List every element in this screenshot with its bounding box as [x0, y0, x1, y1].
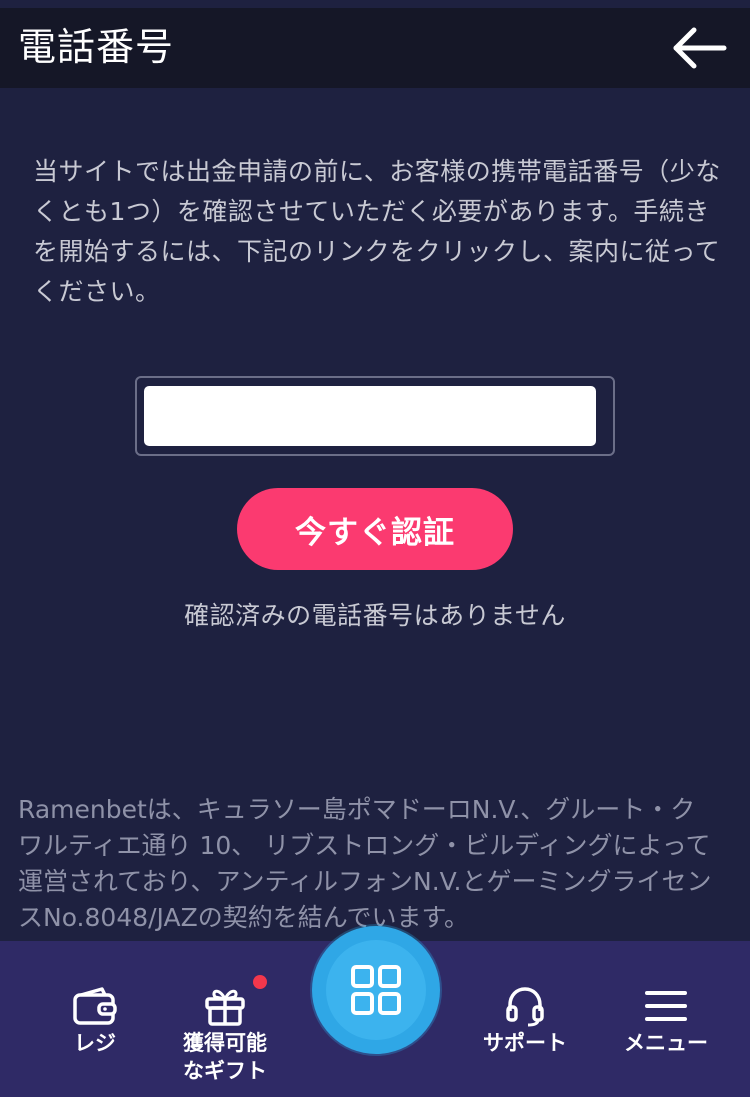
headset-icon: [506, 987, 544, 1027]
grid-icon: [351, 965, 401, 1015]
wallet-icon: [73, 987, 117, 1025]
nav-label-cashier: レジ: [74, 1031, 116, 1055]
phone-number-input[interactable]: [144, 386, 596, 446]
app-header: 電話番号: [0, 8, 750, 88]
phone-verification-screen: 電話番号 当サイトでは出金申請の前に、お客様の携帯電話番号（少なくとも1つ）を確…: [0, 0, 750, 1097]
verify-now-button[interactable]: 今すぐ認証: [237, 488, 513, 570]
center-games-button[interactable]: [312, 926, 440, 1054]
nav-item-gifts[interactable]: 獲得可能 なギフト: [165, 941, 285, 1097]
nav-item-support[interactable]: サポート: [468, 941, 582, 1097]
status-bar-strip: [0, 0, 750, 8]
nav-item-menu[interactable]: メニュー: [610, 941, 722, 1097]
no-verified-phone-message: 確認済みの電話番号はありません: [184, 601, 566, 630]
nav-label-support: サポート: [483, 1031, 567, 1055]
nav-label-menu: メニュー: [624, 1031, 708, 1055]
notification-dot: [253, 975, 267, 989]
nav-label-gifts: 獲得可能 なギフト: [183, 1031, 267, 1083]
nav-item-cashier[interactable]: レジ: [40, 941, 150, 1097]
legal-operator-text: Ramenbetは、キュラソー島ポマドーロN.V.、グルート・クワルティエ通り …: [18, 795, 712, 932]
verification-description: 当サイトでは出金申請の前に、お客様の携帯電話番号（少なくとも1つ）を確認させてい…: [33, 157, 721, 306]
center-button-inner: [326, 940, 426, 1040]
page-title: 電話番号: [18, 25, 175, 69]
phone-input-frame: [135, 376, 615, 456]
arrow-left-icon: [673, 27, 727, 69]
back-button[interactable]: [672, 26, 728, 70]
hamburger-menu-icon: [645, 991, 687, 1021]
gift-icon: [205, 989, 245, 1026]
